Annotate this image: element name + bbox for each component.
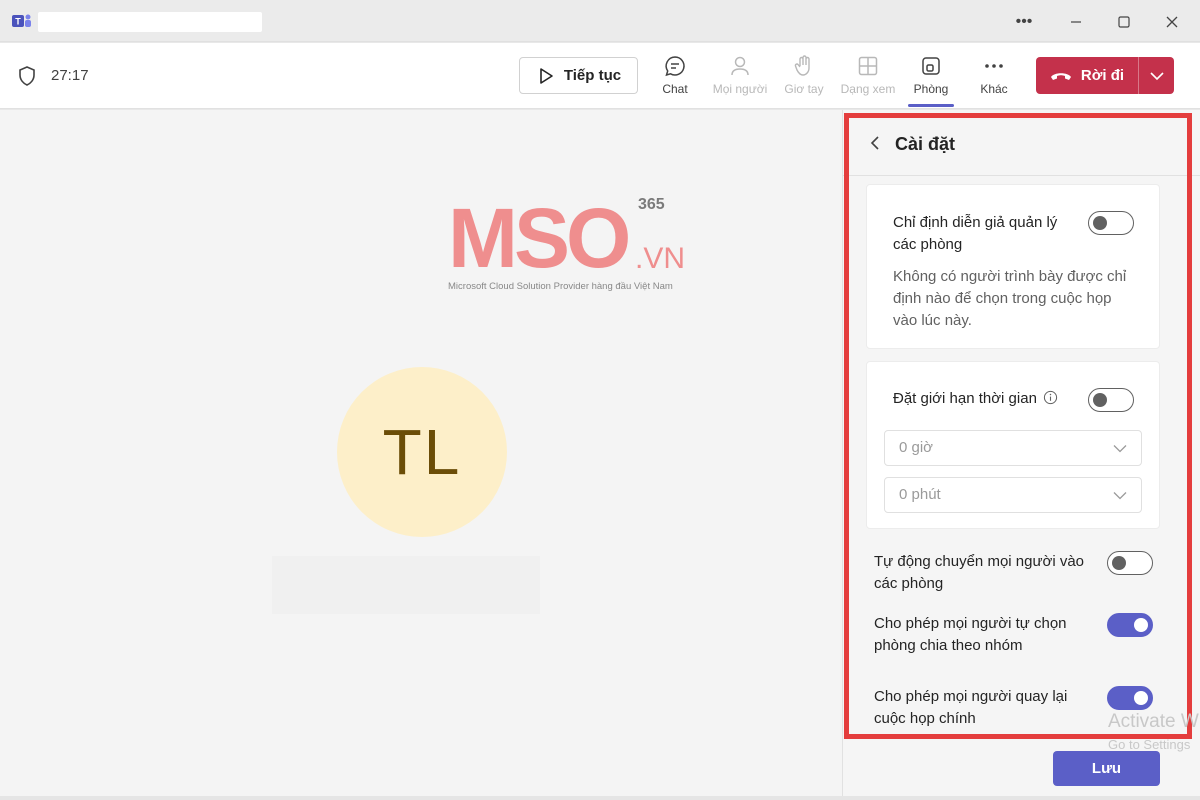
auto-move-label: Tự động chuyển mọi người vào các phòng — [874, 551, 1084, 595]
save-button[interactable]: Lưu — [1053, 751, 1160, 786]
minutes-select-value: 0 phút — [899, 486, 941, 503]
teams-logo-icon: T — [12, 14, 31, 27]
time-limit-label-row: Đặt giới hạn thời gian — [893, 388, 1058, 410]
maximize-button[interactable] — [1110, 8, 1138, 36]
raise-hand-icon — [794, 55, 810, 76]
choose-room-toggle[interactable] — [1107, 613, 1153, 637]
meeting-toolbar: 27:17 Tiếp tục Chat Mọi người Giơ tay Dạ… — [0, 43, 1200, 109]
choose-room-label-line2: phòng chia theo nhóm — [874, 637, 1023, 654]
hours-select-value: 0 giờ — [899, 439, 934, 456]
auto-move-label-line2: các phòng — [874, 575, 944, 592]
resume-button[interactable]: Tiếp tục — [519, 57, 638, 94]
chevron-down-icon — [1113, 492, 1127, 500]
minutes-select[interactable]: 0 phút — [884, 477, 1142, 513]
toolbar-raise-hand[interactable]: Giơ tay — [772, 53, 836, 103]
participant-name-strip — [272, 556, 540, 614]
shield-icon — [19, 66, 35, 86]
window-title — [38, 12, 262, 32]
toolbar-people-label: Mọi người — [712, 82, 768, 96]
toolbar-raise-hand-label: Giơ tay — [784, 82, 824, 96]
svg-text:T: T — [15, 17, 21, 27]
return-main-label-line1: Cho phép mọi người quay lại — [874, 688, 1068, 705]
return-main-label-line2: cuộc họp chính — [874, 710, 976, 727]
resume-label: Tiếp tục — [563, 67, 622, 84]
watermark-suffix: .VN — [635, 242, 686, 275]
toolbar-more[interactable]: Khác — [962, 53, 1026, 103]
time-limit-card: Đặt giới hạn thời gian 0 giờ 0 phút — [866, 361, 1160, 529]
hours-select[interactable]: 0 giờ — [884, 430, 1142, 466]
participant-avatar: TL — [337, 367, 507, 537]
return-main-label: Cho phép mọi người quay lại cuộc họp chí… — [874, 686, 1067, 730]
minimize-button[interactable] — [1062, 8, 1090, 36]
chevron-down-icon — [1113, 445, 1127, 453]
choose-room-label: Cho phép mọi người tự chọn phòng chia th… — [874, 613, 1067, 657]
chevron-down-icon — [1149, 71, 1164, 80]
more-horizontal-icon — [985, 64, 1003, 68]
assign-presenters-label-line2: các phòng — [893, 236, 963, 253]
watermark-logo: MSO 365 .VN Microsoft Cloud Solution Pro… — [448, 196, 698, 296]
toolbar-view[interactable]: Dạng xem — [836, 53, 900, 103]
activate-windows-subtext: Go to Settings — [1108, 737, 1191, 752]
toggle-knob — [1093, 392, 1107, 407]
assign-presenters-label-line1: Chỉ định diễn giả quản lý — [893, 214, 1058, 231]
settings-header: Cài đặt — [843, 110, 1200, 176]
assign-presenters-description: Không có người trình bày được chỉ định n… — [893, 268, 1127, 329]
breakout-rooms-icon — [922, 57, 940, 75]
auto-move-label-line1: Tự động chuyển mọi người vào — [874, 553, 1085, 570]
meeting-timer: 27:17 — [51, 67, 89, 84]
return-main-toggle[interactable] — [1107, 686, 1153, 710]
play-icon — [540, 67, 553, 84]
assign-presenters-label: Chỉ định diễn giả quản lý các phòng — [893, 212, 1057, 256]
window-bottom-edge — [0, 796, 1200, 800]
toolbar-chat[interactable]: Chat — [643, 53, 707, 103]
toolbar-people[interactable]: Mọi người — [708, 53, 772, 103]
time-limit-label: Đặt giới hạn thời gian — [893, 390, 1037, 407]
toggle-knob — [1112, 555, 1126, 570]
back-chevron-icon[interactable] — [869, 135, 881, 151]
settings-panel: Cài đặt Chỉ định diễn giả quản lý các ph… — [842, 110, 1200, 800]
choose-room-label-line1: Cho phép mọi người tự chọn — [874, 615, 1067, 632]
grid-view-icon — [858, 56, 878, 76]
leave-main[interactable]: Rời đi — [1036, 57, 1139, 94]
watermark-superscript: 365 — [638, 196, 665, 213]
assign-presenters-card: Chỉ định diễn giả quản lý các phòng Khôn… — [866, 184, 1160, 349]
leave-label: Rời đi — [1080, 67, 1125, 84]
watermark-brand: MSO — [448, 191, 631, 285]
chat-icon — [665, 56, 685, 77]
toggle-knob — [1093, 215, 1107, 230]
toggle-knob — [1134, 617, 1148, 632]
hang-up-icon — [1050, 72, 1071, 80]
assign-presenters-toggle[interactable] — [1088, 211, 1134, 235]
toggle-knob — [1134, 690, 1148, 705]
toolbar-rooms-label: Phòng — [913, 82, 949, 96]
toolbar-more-label: Khác — [980, 82, 1008, 96]
info-icon[interactable] — [1043, 390, 1058, 405]
activate-windows-notice: Activate W — [1108, 711, 1199, 732]
leave-button[interactable]: Rời đi — [1036, 57, 1174, 94]
close-button[interactable] — [1158, 8, 1186, 36]
auto-move-toggle[interactable] — [1107, 551, 1153, 575]
settings-title: Cài đặt — [895, 134, 956, 154]
watermark-tagline: Microsoft Cloud Solution Provider hàng đ… — [448, 281, 673, 292]
toolbar-view-label: Dạng xem — [840, 82, 896, 96]
leave-options-dropdown[interactable] — [1139, 71, 1174, 81]
meeting-stage: MSO 365 .VN Microsoft Cloud Solution Pro… — [0, 110, 842, 800]
time-limit-toggle[interactable] — [1088, 388, 1134, 412]
more-options-icon[interactable]: ••• — [1010, 8, 1038, 36]
title-bar: T ••• — [0, 0, 1200, 42]
person-icon — [731, 56, 749, 76]
toolbar-rooms[interactable]: Phòng — [899, 53, 963, 107]
toolbar-chat-label: Chat — [662, 82, 688, 96]
